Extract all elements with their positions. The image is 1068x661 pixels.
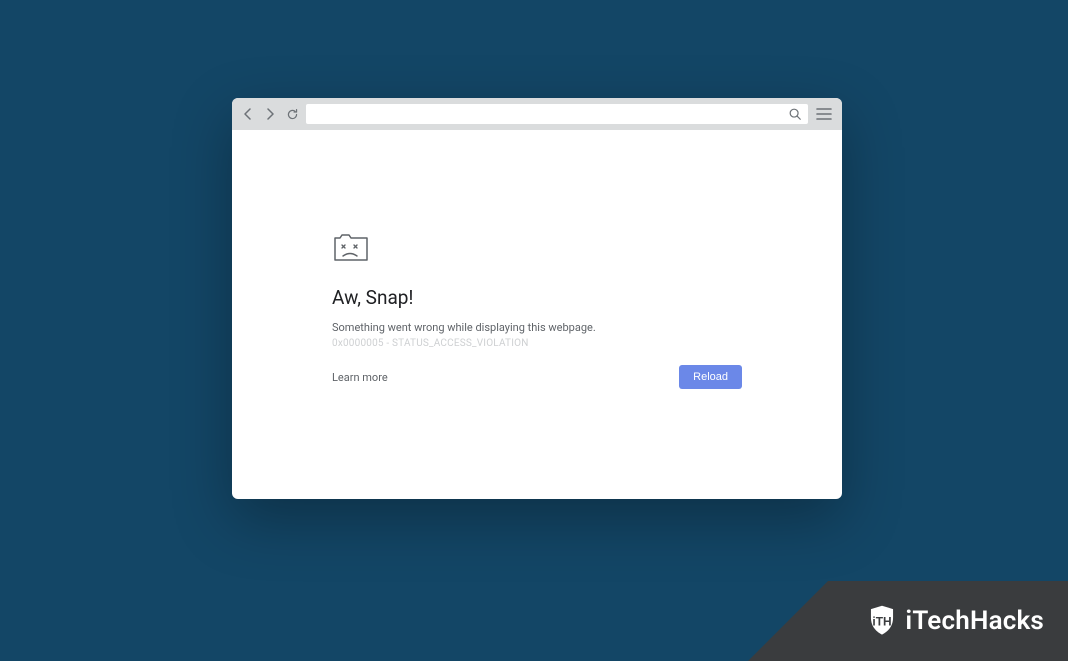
watermark-banner: iTH iTechHacks	[748, 581, 1068, 661]
itechhacks-logo-icon: iTH	[865, 604, 899, 638]
forward-button[interactable]	[262, 106, 278, 122]
aw-snap-icon	[332, 230, 742, 266]
chevron-left-icon	[242, 108, 254, 120]
search-icon	[788, 107, 802, 121]
reload-icon	[286, 108, 299, 121]
error-code: 0x0000005 - STATUS_ACCESS_VIOLATION	[332, 338, 742, 349]
menu-button[interactable]	[814, 104, 834, 124]
svg-text:iTH: iTH	[873, 614, 892, 628]
error-actions: Learn more Reload	[332, 365, 742, 389]
error-page: Aw, Snap! Something went wrong while dis…	[232, 130, 842, 389]
hamburger-icon	[816, 108, 832, 120]
browser-window: Aw, Snap! Something went wrong while dis…	[232, 98, 842, 499]
error-title: Aw, Snap!	[332, 286, 742, 309]
watermark-text: iTechHacks	[905, 606, 1044, 636]
url-input[interactable]	[312, 108, 788, 120]
browser-toolbar	[232, 98, 842, 130]
back-button[interactable]	[240, 106, 256, 122]
url-bar[interactable]	[306, 104, 808, 124]
reload-nav-button[interactable]	[284, 106, 300, 122]
reload-button[interactable]: Reload	[679, 365, 742, 389]
chevron-right-icon	[264, 108, 276, 120]
learn-more-link[interactable]: Learn more	[332, 371, 388, 384]
error-message: Something went wrong while displaying th…	[332, 321, 742, 334]
